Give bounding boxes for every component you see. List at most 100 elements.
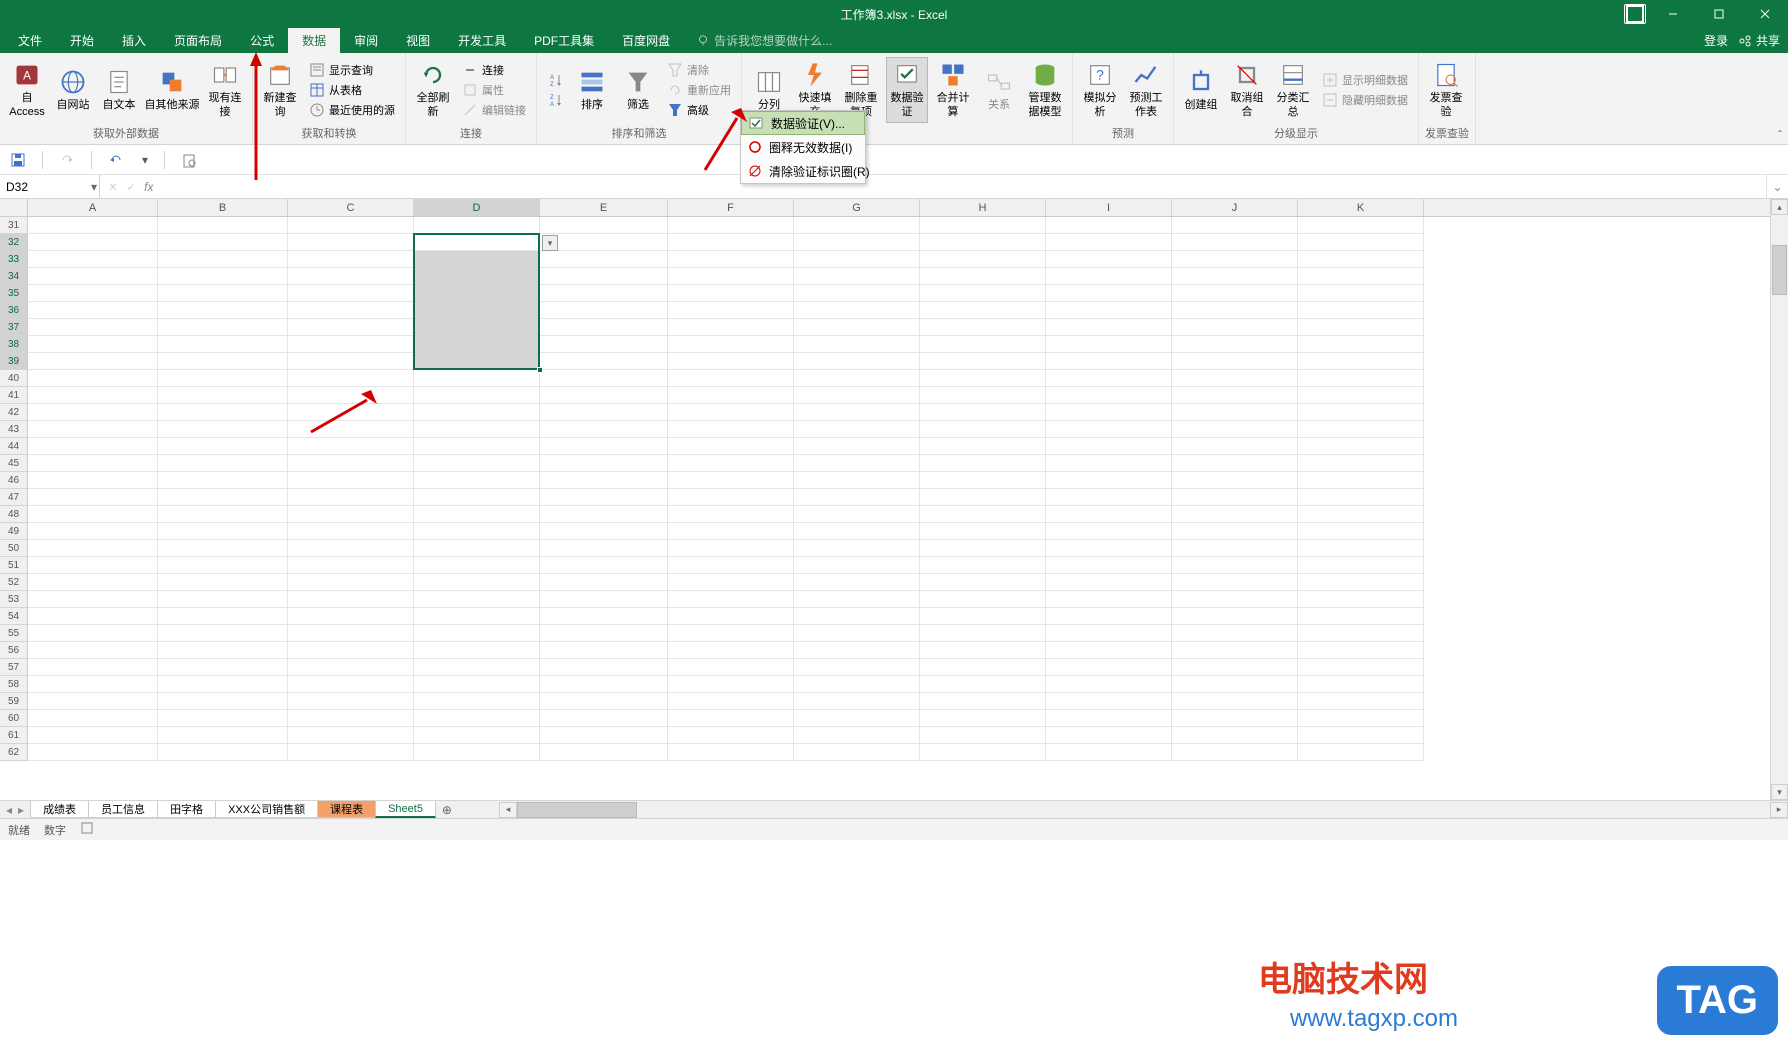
horizontal-scrollbar[interactable]: ◂ ▸: [499, 802, 1788, 818]
dd-clear-circles[interactable]: 清除验证标识圈(R): [741, 159, 865, 183]
cell[interactable]: [158, 438, 288, 455]
cell[interactable]: [288, 217, 414, 234]
cell[interactable]: [158, 608, 288, 625]
cell[interactable]: [540, 472, 668, 489]
cell[interactable]: [1172, 540, 1298, 557]
cell[interactable]: [1172, 591, 1298, 608]
cell[interactable]: [540, 268, 668, 285]
row-header[interactable]: 54: [0, 608, 28, 625]
cell[interactable]: [794, 642, 920, 659]
sheet-tab[interactable]: 田字格: [157, 801, 216, 818]
cell[interactable]: [794, 591, 920, 608]
cell[interactable]: [28, 557, 158, 574]
cell[interactable]: [920, 217, 1046, 234]
recent-sources-button[interactable]: 最近使用的源: [305, 101, 399, 119]
cell[interactable]: [668, 234, 794, 251]
cell[interactable]: [1172, 676, 1298, 693]
cell[interactable]: [1298, 319, 1424, 336]
cell[interactable]: [288, 557, 414, 574]
cell[interactable]: [28, 234, 158, 251]
cell[interactable]: [414, 319, 540, 336]
cell[interactable]: [1298, 438, 1424, 455]
cell[interactable]: [1046, 387, 1172, 404]
col-header-F[interactable]: F: [668, 199, 794, 216]
cell[interactable]: [28, 540, 158, 557]
cell[interactable]: [414, 285, 540, 302]
cell[interactable]: [1172, 693, 1298, 710]
cell[interactable]: [920, 744, 1046, 761]
cell[interactable]: [1298, 336, 1424, 353]
cell[interactable]: [414, 421, 540, 438]
cell[interactable]: [540, 421, 668, 438]
cell[interactable]: [158, 353, 288, 370]
cell[interactable]: [1172, 353, 1298, 370]
cell[interactable]: [668, 489, 794, 506]
cell[interactable]: [540, 727, 668, 744]
cell[interactable]: [288, 642, 414, 659]
cell[interactable]: [1172, 557, 1298, 574]
cell[interactable]: [1046, 523, 1172, 540]
cell[interactable]: [28, 506, 158, 523]
fx-icon[interactable]: fx: [144, 180, 153, 194]
row-header[interactable]: 32: [0, 234, 28, 251]
scroll-up-button[interactable]: ▴: [1771, 199, 1788, 215]
col-header-H[interactable]: H: [920, 199, 1046, 216]
cell[interactable]: [1172, 744, 1298, 761]
cell[interactable]: [414, 404, 540, 421]
col-header-I[interactable]: I: [1046, 199, 1172, 216]
cell[interactable]: [920, 608, 1046, 625]
cell[interactable]: [28, 574, 158, 591]
cell[interactable]: [794, 251, 920, 268]
cell[interactable]: [158, 319, 288, 336]
cell[interactable]: [1046, 217, 1172, 234]
cell[interactable]: [28, 404, 158, 421]
cell[interactable]: [920, 336, 1046, 353]
row-header[interactable]: 61: [0, 727, 28, 744]
cell[interactable]: [158, 710, 288, 727]
cell[interactable]: [158, 472, 288, 489]
redo-button[interactable]: [57, 150, 77, 170]
cell[interactable]: [28, 608, 158, 625]
cell[interactable]: [1298, 387, 1424, 404]
undo-button[interactable]: [106, 150, 126, 170]
subtotal-button[interactable]: 分类汇总: [1272, 57, 1314, 123]
sort-az-button[interactable]: AZ: [543, 71, 567, 89]
cell[interactable]: [414, 727, 540, 744]
cell[interactable]: [414, 659, 540, 676]
add-sheet-button[interactable]: ⊕: [435, 803, 459, 817]
cell[interactable]: [1172, 387, 1298, 404]
from-web-button[interactable]: 自网站: [52, 57, 94, 123]
cell[interactable]: [288, 540, 414, 557]
tab-developer[interactable]: 开发工具: [444, 28, 520, 53]
tab-pdf[interactable]: PDF工具集: [520, 28, 608, 53]
cell[interactable]: [1046, 489, 1172, 506]
cell[interactable]: [1298, 591, 1424, 608]
cell[interactable]: [288, 727, 414, 744]
cell[interactable]: [1046, 744, 1172, 761]
cell[interactable]: [1298, 217, 1424, 234]
cell[interactable]: [28, 591, 158, 608]
cell[interactable]: [920, 370, 1046, 387]
cell[interactable]: [28, 710, 158, 727]
cell[interactable]: [920, 455, 1046, 472]
cell[interactable]: [288, 625, 414, 642]
cell[interactable]: [920, 302, 1046, 319]
cell[interactable]: [540, 336, 668, 353]
cell[interactable]: [794, 438, 920, 455]
cell[interactable]: [794, 387, 920, 404]
cell[interactable]: [288, 523, 414, 540]
tab-home[interactable]: 开始: [56, 28, 108, 53]
cell[interactable]: [668, 676, 794, 693]
cell[interactable]: [414, 625, 540, 642]
cell[interactable]: [668, 251, 794, 268]
cell[interactable]: [1046, 285, 1172, 302]
cell[interactable]: [414, 472, 540, 489]
row-header[interactable]: 47: [0, 489, 28, 506]
cell[interactable]: [920, 693, 1046, 710]
cell[interactable]: [794, 744, 920, 761]
undo-dropdown[interactable]: ▾: [140, 150, 150, 170]
cell[interactable]: [1046, 557, 1172, 574]
cell[interactable]: [288, 438, 414, 455]
selection-handle[interactable]: [537, 367, 543, 373]
cell[interactable]: [540, 676, 668, 693]
